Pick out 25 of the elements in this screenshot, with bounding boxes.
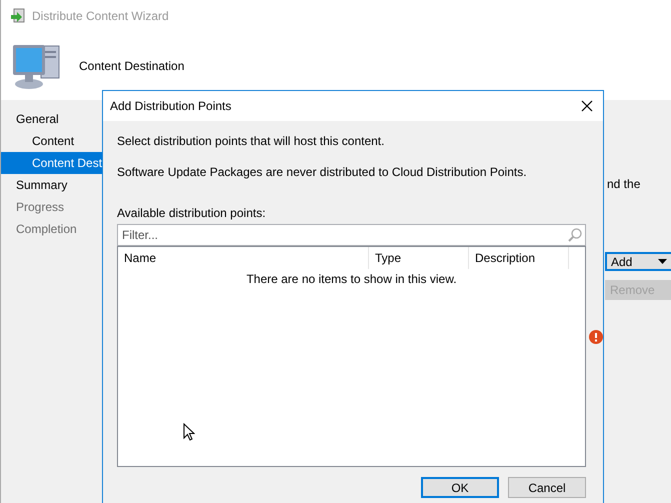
nav-item[interactable]: General (1, 108, 102, 130)
window-title: Distribute Content Wizard (32, 9, 169, 23)
dialog-title: Add Distribution Points (110, 99, 232, 113)
add-dropdown-button[interactable]: Add (605, 252, 671, 271)
column-header[interactable]: Description (469, 247, 569, 269)
dropdown-arrow-icon (658, 259, 667, 264)
note-text: Software Update Packages are never distributed to Cloud Distribution Points. (117, 164, 528, 180)
column-header[interactable]: Type (369, 247, 469, 269)
close-icon[interactable] (581, 100, 593, 112)
column-header[interactable]: Name (118, 247, 369, 269)
intro-text: Select distribution points that will host this content. (117, 133, 386, 149)
dialog-button[interactable]: OK (421, 477, 499, 498)
nav-item[interactable]: Content Dest (1, 152, 102, 174)
nav-item[interactable]: Content (1, 130, 102, 152)
empty-list-message: There are no items to show in this view. (245, 271, 458, 287)
wizard-icon (10, 8, 26, 24)
mouse-pointer-icon (183, 423, 195, 441)
search-icon (568, 228, 582, 242)
nav-item[interactable]: Summary (1, 174, 102, 196)
filter-field[interactable]: Filter... (117, 224, 586, 246)
list-label: Available distribution points: (117, 205, 267, 221)
page-title: Content Destination (79, 59, 184, 73)
error-icon (589, 330, 603, 344)
dialog-button[interactable]: Cancel (508, 477, 586, 498)
instruction-text: nd the (607, 177, 640, 193)
